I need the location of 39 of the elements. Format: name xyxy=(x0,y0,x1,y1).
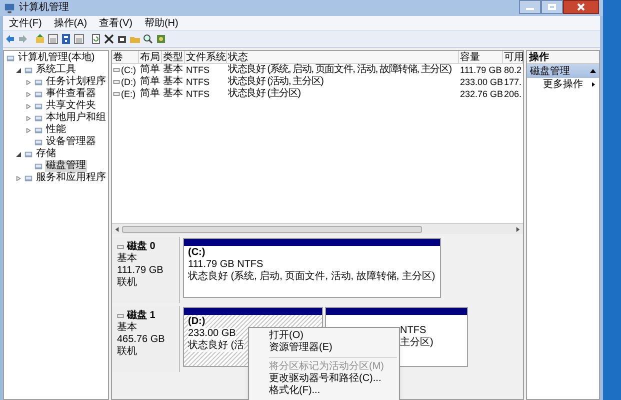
table-cell: NTFS xyxy=(186,64,210,76)
table-cell: 232.76 GB xyxy=(460,88,504,100)
disk-detail: 基本 xyxy=(117,322,138,334)
table-cell: NTFS xyxy=(186,88,210,100)
table-cell: 233.00 GB xyxy=(460,76,504,88)
table-cell-text: 基本 xyxy=(163,64,183,76)
partition-label: 主分区) xyxy=(400,337,434,349)
disk-detail: 基本 xyxy=(117,253,138,265)
disk-detail: 465.76 GB xyxy=(117,334,166,346)
partition-label: 状态良好 (系统, 启动, 页面文件, 活动, 故障转储, 主分区) xyxy=(188,271,436,283)
context-menu-item: 将分区标记为活动分区(M) xyxy=(268,361,385,372)
table-cell: NTFS xyxy=(186,76,210,88)
table-cell: (C:) xyxy=(121,64,136,76)
actions-header: 操作 xyxy=(527,51,599,64)
table-cell: 状态良好 (主分区) xyxy=(228,88,300,100)
section-title: 磁盘管理 xyxy=(530,64,570,78)
disk-detail: 联机 xyxy=(117,277,138,289)
table-cell: 80.2 xyxy=(504,64,522,76)
table-cell: 177. xyxy=(504,76,522,88)
partition-label: 状态良好 (活 xyxy=(188,340,244,352)
disk-name: 磁盘 0 xyxy=(127,241,156,252)
partition-label: (C:) xyxy=(188,247,206,259)
table-cell: 111.79 GB xyxy=(460,64,502,76)
table-cell-text: 状态良好 (活动, 主分区) xyxy=(228,76,324,87)
window-title: 计算机管理 xyxy=(19,3,69,13)
table-cell: (D:) xyxy=(121,76,136,88)
partition-label: 233.00 GB xyxy=(188,328,236,340)
table-cell: 206. xyxy=(504,88,522,100)
table-cell-text: 状态良好 (系统, 启动, 页面文件, 活动, 故障转储, 主分区) xyxy=(228,64,452,76)
table-cell: 基本 xyxy=(163,88,183,100)
disk-detail: 111.79 GB xyxy=(117,265,164,276)
table-cell-text: 基本 xyxy=(163,76,183,88)
disk-name: 磁盘 1 xyxy=(127,310,156,322)
partition-label: (D:) xyxy=(188,316,206,328)
table-cell: 简单 xyxy=(140,88,160,100)
table-cell-text: 简单 xyxy=(140,64,160,76)
table-cell: (E:) xyxy=(121,88,136,100)
table-cell-text: 简单 xyxy=(140,76,160,88)
disk-detail: 联机 xyxy=(117,346,138,358)
